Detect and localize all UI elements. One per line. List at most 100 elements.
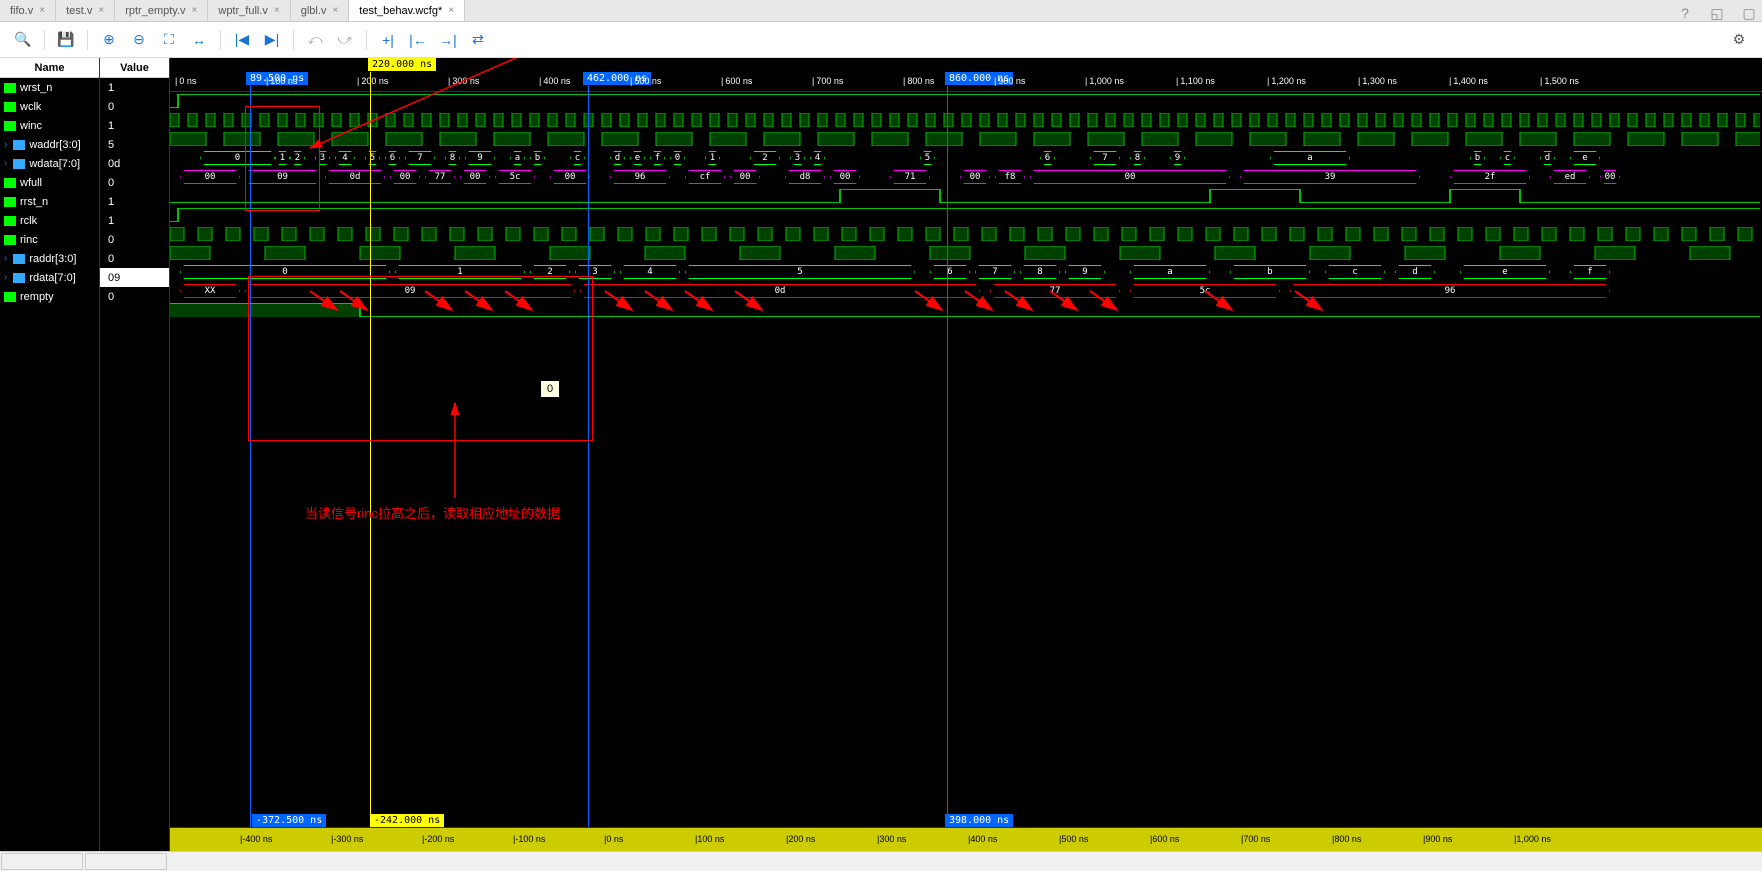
- bus-value: 00: [830, 170, 860, 184]
- cursor-2[interactable]: [588, 86, 589, 827]
- help-icon[interactable]: ?: [1672, 0, 1698, 26]
- signal-name-raddr[3:0][interactable]: ›raddr[3:0]: [0, 249, 99, 268]
- close-icon[interactable]: ×: [192, 5, 198, 16]
- signal-name-wclk[interactable]: wclk: [0, 97, 99, 116]
- bus-value: 00: [1030, 170, 1230, 184]
- bottom-marker-1[interactable]: -372.500 ns: [252, 814, 326, 827]
- signal-type-icon: [4, 292, 16, 302]
- signal-value-raddr[3:0][interactable]: 0: [100, 249, 169, 268]
- waveform-area[interactable]: 220.000 ns 89.500 ns 462.000 ns 860.000 …: [170, 58, 1762, 851]
- signal-name-wrst_n[interactable]: wrst_n: [0, 78, 99, 97]
- expand-icon[interactable]: ›: [4, 139, 7, 150]
- bus-value: 2: [750, 151, 780, 165]
- prev-edge-icon[interactable]: ⤺: [302, 27, 328, 53]
- bus-value: 0d: [325, 170, 385, 184]
- go-end-icon[interactable]: ▶|: [259, 27, 285, 53]
- bus-value: d: [610, 151, 625, 165]
- wave-rinc[interactable]: [170, 244, 1762, 263]
- maximize-icon[interactable]: ◱: [1704, 0, 1730, 26]
- swap-icon[interactable]: ⇄: [465, 27, 491, 53]
- signal-name-wdata[7:0][interactable]: ›wdata[7:0]: [0, 154, 99, 173]
- zoom-cursor-icon[interactable]: ↔: [186, 27, 212, 53]
- signal-type-icon: [4, 216, 16, 226]
- cursor-main[interactable]: [370, 72, 371, 827]
- close-icon[interactable]: ×: [39, 5, 45, 16]
- bus-value: a: [1270, 151, 1350, 165]
- signal-value-wclk[interactable]: 0: [100, 97, 169, 116]
- tab-rptr[interactable]: rptr_empty.v×: [115, 0, 208, 21]
- tab-wcfg[interactable]: test_behav.wcfg*×: [349, 0, 465, 21]
- wave-rclk[interactable]: [170, 225, 1762, 244]
- bus-value: 00: [960, 170, 990, 184]
- bus-value: 00: [460, 170, 490, 184]
- tab-glbl[interactable]: glbl.v×: [291, 0, 350, 21]
- signal-value-rempty[interactable]: 0: [100, 287, 169, 306]
- restore-icon[interactable]: ▢: [1736, 0, 1762, 26]
- close-icon[interactable]: ×: [448, 5, 454, 16]
- wave-wdata[7:0][interactable]: 00090d0077005c0096cf00d8007100f800392fed…: [170, 168, 1762, 187]
- zoom-out-icon[interactable]: ⊖: [126, 27, 152, 53]
- signal-name-rinc[interactable]: rinc: [0, 230, 99, 249]
- expand-icon[interactable]: ›: [4, 253, 7, 264]
- signal-name-rclk[interactable]: rclk: [0, 211, 99, 230]
- signal-value-winc[interactable]: 1: [100, 116, 169, 135]
- bus-value: 00: [180, 170, 240, 184]
- add-marker-icon[interactable]: +|: [375, 27, 401, 53]
- close-icon[interactable]: ×: [332, 5, 338, 16]
- bus-value: e: [630, 151, 645, 165]
- next-marker-icon[interactable]: →|: [435, 27, 461, 53]
- signal-value-rclk[interactable]: 1: [100, 211, 169, 230]
- signal-name-rdata[7:0][interactable]: ›rdata[7:0]: [0, 268, 99, 287]
- expand-icon[interactable]: ›: [4, 272, 7, 283]
- bus-value: 2f: [1450, 170, 1530, 184]
- ruler-tick: |900 ns: [1423, 834, 1452, 844]
- wave-wfull[interactable]: [170, 187, 1762, 206]
- ruler-tick: |-100 ns: [513, 834, 545, 844]
- value-header: Value: [100, 58, 169, 78]
- ruler-tick: |1,000 ns: [1514, 834, 1551, 844]
- close-icon[interactable]: ×: [274, 5, 280, 16]
- signal-value-rinc[interactable]: 0: [100, 230, 169, 249]
- signal-value-wdata[7:0][interactable]: 0d: [100, 154, 169, 173]
- time-ruler-bottom[interactable]: |-400 ns|-300 ns|-200 ns|-100 ns|0 ns|10…: [170, 827, 1762, 851]
- signal-name-rrst_n[interactable]: rrst_n: [0, 192, 99, 211]
- tab-test[interactable]: test.v×: [56, 0, 115, 21]
- status-tab-2[interactable]: [85, 853, 167, 870]
- bus-value: 9: [1170, 151, 1185, 165]
- ruler-tick: |0 ns: [175, 76, 196, 86]
- bus-value: 8: [1020, 265, 1060, 279]
- next-edge-icon[interactable]: ⤻: [332, 27, 358, 53]
- signal-value-waddr[3:0][interactable]: 5: [100, 135, 169, 154]
- signal-value-rdata[7:0][interactable]: 09: [100, 268, 169, 287]
- zoom-in-icon[interactable]: ⊕: [96, 27, 122, 53]
- close-icon[interactable]: ×: [98, 5, 104, 16]
- bus-value: 3: [790, 151, 805, 165]
- signal-name-rempty[interactable]: rempty: [0, 287, 99, 306]
- search-icon[interactable]: 🔍: [10, 27, 36, 53]
- signal-name-wfull[interactable]: wfull: [0, 173, 99, 192]
- go-start-icon[interactable]: |◀: [229, 27, 255, 53]
- tab-fifo[interactable]: fifo.v×: [0, 0, 56, 21]
- bottom-marker-yellow[interactable]: -242.000 ns: [370, 814, 444, 827]
- prev-marker-icon[interactable]: |←: [405, 27, 431, 53]
- status-tab-1[interactable]: [1, 853, 83, 870]
- wave-rrst_n[interactable]: [170, 206, 1762, 225]
- ruler-tick: |-300 ns: [331, 834, 363, 844]
- signal-name-winc[interactable]: winc: [0, 116, 99, 135]
- cursor-3[interactable]: [947, 86, 948, 827]
- signal-value-wrst_n[interactable]: 1: [100, 78, 169, 97]
- bottom-marker-2[interactable]: 398.000 ns: [945, 814, 1013, 827]
- signal-value-wfull[interactable]: 0: [100, 173, 169, 192]
- signal-value-rrst_n[interactable]: 1: [100, 192, 169, 211]
- ruler-tick: |100 ns: [695, 834, 724, 844]
- bus-value: 0: [670, 151, 685, 165]
- bus-value: e: [1460, 265, 1550, 279]
- tab-wptr[interactable]: wptr_full.v×: [208, 0, 290, 21]
- save-icon[interactable]: 💾: [53, 27, 79, 53]
- zoom-fit-icon[interactable]: ⛶: [156, 27, 182, 53]
- expand-icon[interactable]: ›: [4, 158, 7, 169]
- settings-icon[interactable]: ⚙: [1726, 27, 1752, 53]
- signal-name-waddr[3:0][interactable]: ›waddr[3:0]: [0, 135, 99, 154]
- ruler-tick: |900 ns: [994, 76, 1025, 86]
- signal-label: rempty: [20, 291, 54, 303]
